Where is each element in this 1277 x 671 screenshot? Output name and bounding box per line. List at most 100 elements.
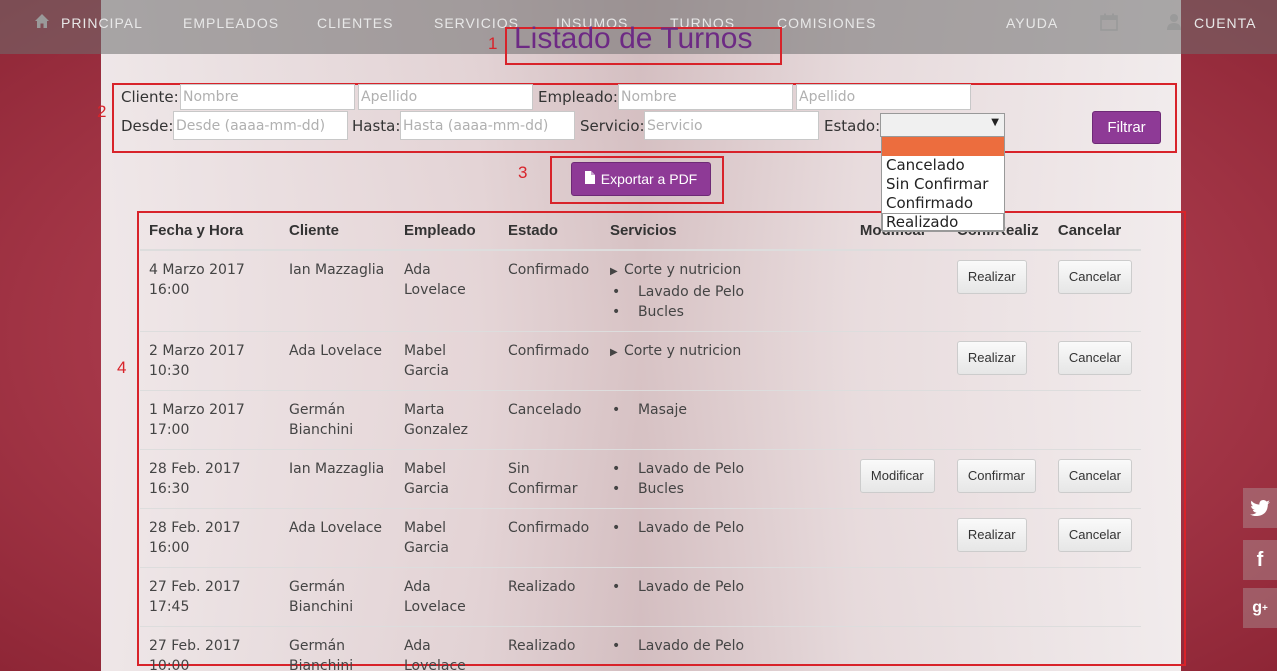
servicio-input[interactable] (644, 111, 819, 140)
conf-cell (947, 626, 1049, 671)
cancelar-button[interactable]: Cancelar (1057, 341, 1132, 375)
servicios-list: Lavado de Pelo Bucles (610, 282, 842, 322)
export-pdf-button[interactable]: Exportar a PDF (571, 162, 711, 196)
estado-option-confirmado[interactable]: Confirmado (882, 194, 1004, 213)
hora: 10:30 (149, 363, 190, 379)
estado-cell: Cancelado (498, 390, 601, 450)
column-header: Cancelar (1048, 212, 1141, 251)
modificar-button[interactable]: Modificar (859, 459, 935, 493)
column-header: Cliente (279, 212, 395, 251)
servicios-cell: Lavado de Pelo (600, 508, 851, 568)
google-plus-icon[interactable]: g + (1243, 588, 1277, 628)
estado-cell: Confirmado (498, 249, 601, 332)
annotation-number-3: 3 (518, 163, 528, 182)
table-row: 27 Feb. 2017 17:45 Germán Bianchini Ada L… (140, 567, 1141, 627)
calendar-icon[interactable] (1100, 13, 1118, 35)
hora: 16:00 (149, 282, 190, 298)
realizar-button[interactable]: Realizar (956, 341, 1027, 375)
fecha: 1 Marzo 2017 (149, 402, 245, 418)
cliente-label: Cliente: (121, 88, 179, 106)
cliente-cell: Ada Lovelace (279, 508, 395, 568)
twitter-icon[interactable] (1243, 488, 1277, 528)
nav-empleados[interactable]: EMPLEADOS (183, 15, 279, 31)
conf-cell: Realizar (947, 331, 1049, 391)
estado-option-realizado[interactable]: Realizado (882, 213, 1004, 232)
nav-comisiones[interactable]: COMISIONES (777, 15, 876, 31)
servicio-principal[interactable]: ▶ Corte y nutricion (610, 341, 842, 363)
realizar-button[interactable]: Realizar (956, 518, 1027, 552)
confirmar-button[interactable]: Confirmar (956, 459, 1036, 493)
cancelar-button[interactable]: Cancelar (1057, 260, 1132, 294)
estado-select[interactable]: ▼ (880, 113, 1005, 137)
conf-cell (947, 567, 1049, 627)
estado-option-sin-confirmar[interactable]: Sin Confirmar (882, 175, 1004, 194)
modificar-cell (850, 626, 948, 671)
estado-cell: Confirmado (498, 331, 601, 391)
nav-clientes[interactable]: CLIENTES (317, 15, 393, 31)
cancelar-button[interactable]: Cancelar (1057, 518, 1132, 552)
cancelar-cell (1048, 567, 1141, 627)
cliente-cell: Germán Bianchini (279, 390, 395, 450)
nav-principal[interactable]: PRINCIPAL (61, 15, 143, 31)
home-icon[interactable] (34, 13, 50, 33)
column-header: Fecha y Hora (140, 212, 280, 251)
cliente-cell: Ian Mazzaglia (279, 449, 395, 509)
desde-date-input[interactable] (173, 111, 348, 140)
servicios-cell: Lavado de Pelo Bucles (600, 449, 851, 509)
estado-dropdown: Cancelado Sin Confirmar Confirmado Reali… (881, 136, 1005, 232)
cliente-cell: Ian Mazzaglia (279, 249, 395, 332)
estado-select-value (881, 117, 885, 133)
filtrar-button[interactable]: Filtrar (1092, 111, 1161, 144)
cliente-nombre-input[interactable] (180, 84, 355, 110)
fecha: 27 Feb. 2017 (149, 638, 241, 654)
servicios-list: Lavado de Pelo Bucles (610, 459, 842, 499)
servicio-item: Lavado de Pelo (610, 282, 842, 302)
facebook-icon[interactable]: f (1243, 540, 1277, 580)
modificar-cell (850, 567, 948, 627)
estado-label: Estado: (824, 117, 881, 135)
empleado-apellido-input[interactable] (796, 84, 971, 110)
hora: 17:00 (149, 422, 190, 438)
fecha-cell: 27 Feb. 2017 10:00 (140, 626, 280, 671)
user-icon[interactable] (1166, 13, 1182, 35)
empleado-label: Empleado: (538, 88, 618, 106)
servicio-item: Lavado de Pelo (610, 636, 842, 656)
fecha-cell: 28 Feb. 2017 16:30 (140, 449, 280, 509)
modificar-cell (850, 390, 948, 450)
hasta-label: Hasta: (352, 117, 401, 135)
cancelar-button[interactable]: Cancelar (1057, 459, 1132, 493)
nav-cuenta[interactable]: CUENTA (1194, 15, 1257, 31)
estado-option-empty[interactable] (882, 137, 1004, 156)
fecha-cell: 4 Marzo 2017 16:00 (140, 249, 280, 332)
conf-cell: Realizar (947, 249, 1049, 332)
empleado-cell: Ada Lovelace (394, 567, 499, 627)
cliente-apellido-input[interactable] (358, 84, 533, 110)
modificar-cell: Modificar (850, 449, 948, 509)
table-row: 2 Marzo 2017 10:30 Ada Lovelace Mabel Gar… (140, 331, 1141, 391)
hasta-date-input[interactable] (400, 111, 575, 140)
servicio-item: Masaje (610, 400, 842, 420)
cancelar-cell: Cancelar (1048, 508, 1141, 568)
estado-option-cancelado[interactable]: Cancelado (882, 156, 1004, 175)
annotation-number-4: 4 (117, 358, 127, 377)
cancelar-cell (1048, 390, 1141, 450)
nav-ayuda[interactable]: AYUDA (1006, 15, 1058, 31)
empleado-cell: Ada Lovelace (394, 626, 499, 671)
table-row: 27 Feb. 2017 10:00 Germán Bianchini Ada L… (140, 626, 1141, 671)
empleado-nombre-input[interactable] (618, 84, 793, 110)
modificar-cell (850, 508, 948, 568)
cancelar-cell: Cancelar (1048, 249, 1141, 332)
conf-cell: Confirmar (947, 449, 1049, 509)
servicio-principal[interactable]: ▶ Corte y nutricion (610, 260, 842, 282)
servicios-list: Lavado de Pelo (610, 636, 842, 656)
servicio-principal-label: Corte y nutricion (623, 262, 742, 278)
cliente-cell: Ada Lovelace (279, 331, 395, 391)
table-row: 28 Feb. 2017 16:00 Ada Lovelace Mabel Gar… (140, 508, 1141, 568)
servicio-item: Bucles (610, 302, 842, 322)
empleado-cell: Ada Lovelace (394, 249, 499, 332)
estado-cell: Sin Confirmar (498, 449, 601, 509)
annotation-number-1: 1 (488, 34, 498, 53)
realizar-button[interactable]: Realizar (956, 260, 1027, 294)
fecha: 28 Feb. 2017 (149, 520, 241, 536)
servicio-item: Lavado de Pelo (610, 518, 842, 538)
